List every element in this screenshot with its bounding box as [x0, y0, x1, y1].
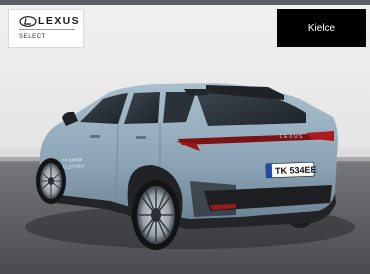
license-plate: TK 534EE — [265, 161, 317, 179]
dealer-city-badge[interactable]: Kielce — [277, 9, 366, 47]
rear-badge-text: LEXUS — [280, 134, 304, 140]
lexus-emblem-icon — [19, 16, 37, 27]
logo-subtext: SELECT — [19, 34, 46, 40]
listing-photo-frame: ≈≈ Lexus ELECTRIC LEXUS TK 534EE LEXUS S… — [0, 0, 370, 274]
dealer-city-label: Kielce — [307, 22, 336, 34]
logo-divider — [19, 29, 75, 30]
logo-wordmark: LEXUS — [38, 15, 81, 27]
dealer-logo[interactable]: LEXUS SELECT — [8, 9, 84, 48]
front-wheel — [36, 158, 66, 204]
license-plate-text: TK 534EE — [275, 165, 317, 176]
